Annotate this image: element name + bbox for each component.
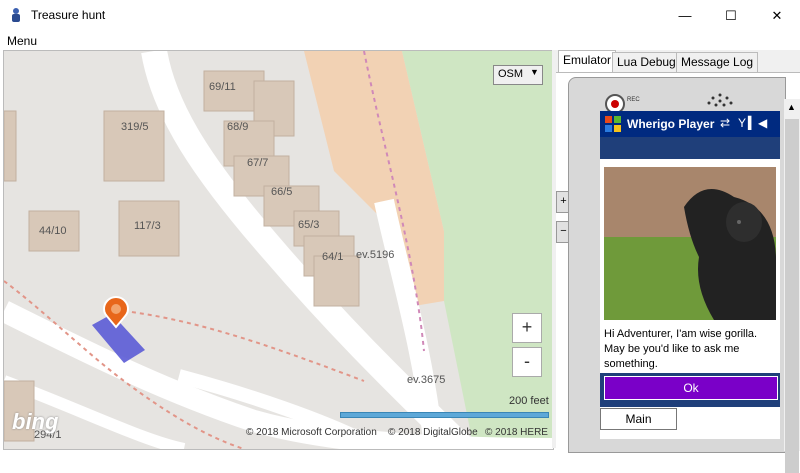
menu-bar: Menu <box>0 31 800 50</box>
right-panel: Emulator Lua Debug Message Log + − REC W… <box>556 50 800 473</box>
map-layer-value: OSM <box>498 68 524 80</box>
map-canvas <box>4 51 553 449</box>
device-taskbar: Wherigo Player ⇄ Y ▍ ◀ <box>600 111 780 137</box>
maximize-button[interactable]: ☐ <box>708 0 754 31</box>
tab-message-log[interactable]: Message Log <box>676 52 759 73</box>
scroll-up-icon[interactable]: ▲ <box>787 102 796 112</box>
speaker-grille-icon <box>707 93 733 107</box>
signal-bars-icon: ▍ <box>748 116 758 130</box>
copyright-text: © 2018 HERE <box>485 427 548 438</box>
window-title: Treasure hunt <box>31 8 106 22</box>
zoom-in-button[interactable]: + <box>512 313 542 343</box>
emulator-panel: + − REC Wherigo Player ⇄ Y ▍ ◀ Hi Advent… <box>556 72 800 473</box>
copyright-text: © 2018 Microsoft Corporation <box>246 427 377 438</box>
record-label: REC <box>627 97 640 103</box>
bing-logo: bing <box>12 409 59 434</box>
main-button[interactable]: Main <box>600 408 677 430</box>
ok-button[interactable]: Ok <box>604 376 778 400</box>
sync-icon: ⇄ <box>720 116 731 130</box>
map-label: ev.5196 <box>356 249 395 261</box>
map-label: 67/7 <box>247 157 269 169</box>
device-screen: Wherigo Player ⇄ Y ▍ ◀ Hi Adventurer, I'… <box>600 111 780 439</box>
signal-icon: Y <box>738 116 747 130</box>
volume-icon: ◀ <box>758 116 768 130</box>
map-view[interactable]: 69/11 319/5 68/9 67/7 66/5 44/10 117/3 6… <box>3 50 554 450</box>
map-label: 319/5 <box>121 121 149 133</box>
device-header-bar <box>600 137 780 159</box>
map-label: 65/3 <box>298 219 320 231</box>
vertical-scrollbar[interactable]: ▲ <box>784 99 800 473</box>
phone-frame: REC Wherigo Player ⇄ Y ▍ ◀ Hi Adventurer… <box>568 77 786 453</box>
map-label: 117/3 <box>134 220 161 232</box>
minimize-button[interactable]: — <box>662 0 708 31</box>
app-title: Wherigo Player <box>627 117 715 131</box>
tab-lua-debug[interactable]: Lua Debug <box>612 52 681 73</box>
scale-bar <box>340 412 549 418</box>
map-label: ev.3675 <box>407 374 446 386</box>
map-label: 44/10 <box>39 225 67 237</box>
gorilla-photo <box>604 167 776 320</box>
title-bar: Treasure hunt — ☐ ✕ <box>0 0 800 32</box>
dialog-message: Hi Adventurer, I'am wise gorilla. May be… <box>604 328 758 370</box>
windows-start-icon[interactable] <box>604 115 622 133</box>
map-label: 66/5 <box>271 186 293 198</box>
scale-label: 200 feet <box>509 395 549 407</box>
map-label: 69/11 <box>209 81 236 93</box>
close-button[interactable]: ✕ <box>754 0 800 31</box>
map-label: 68/9 <box>227 121 249 133</box>
tab-emulator[interactable]: Emulator <box>558 50 617 73</box>
scrollbar-thumb[interactable] <box>785 119 799 473</box>
player-icon <box>9 7 23 23</box>
chevron-down-icon: ▼ <box>530 67 539 77</box>
zoom-out-button[interactable]: - <box>512 347 542 377</box>
map-layer-select[interactable]: OSM ▼ <box>493 65 543 85</box>
map-label: 64/1 <box>322 251 344 263</box>
copyright-text: © 2018 DigitalGlobe <box>388 427 478 438</box>
menu-item[interactable]: Menu <box>7 34 37 48</box>
